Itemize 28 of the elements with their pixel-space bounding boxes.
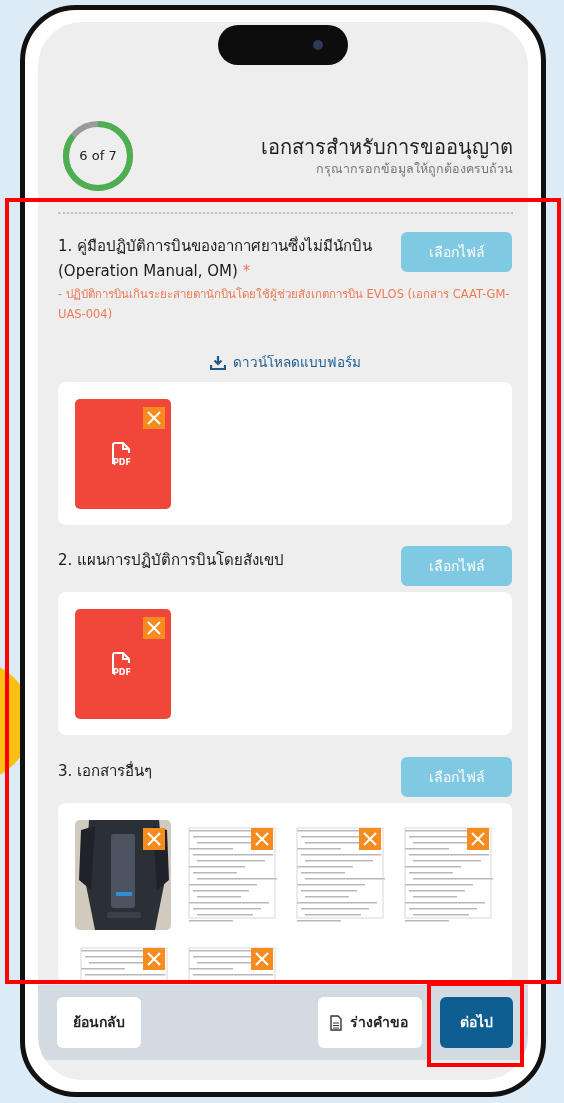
document-icon	[330, 1014, 342, 1031]
close-icon	[255, 832, 269, 847]
close-icon	[255, 952, 269, 967]
file-icon	[111, 442, 131, 467]
section-title: 2. แผนการปฏิบัติการบินโดยสังเขป	[58, 550, 285, 572]
page-title: เอกสารสำหรับการขออนุญาต	[261, 133, 513, 160]
download-form-link[interactable]: ดาวน์โหลดแบบฟอร์ม	[209, 352, 361, 373]
section-title: 3. เอกสารอื่นๆ	[58, 760, 153, 783]
requirement-note: - ปฏิบัติการบินเกินระยะสายตานักบินโดยใช้ผู้ช่วยสังเกตการบิน EVLOS (เอกสาร CAAT-GM-UAS-004)	[58, 286, 511, 323]
progress-label: 6 of 7	[79, 147, 117, 166]
save-draft-button[interactable]: ร่างคำขอ	[318, 997, 422, 1048]
close-icon	[363, 832, 377, 847]
next-button[interactable]: ต่อไป	[440, 997, 513, 1048]
download-icon	[209, 354, 226, 370]
close-icon	[147, 832, 161, 847]
section-title: 1. คู่มือปฏิบัติการบินของอากาศยานซึ่งไม่มีนักบิน (Operation Manual, OM) *	[58, 235, 374, 282]
file-icon	[111, 652, 131, 677]
file-type-label: PDF	[113, 667, 131, 680]
close-icon	[147, 411, 161, 426]
page-subtitle: กรุณากรอกข้อมูลให้ถูกต้องครบถ้วน	[315, 160, 513, 179]
back-button[interactable]: ย้อนกลับ	[57, 997, 141, 1048]
remove-button[interactable]	[143, 828, 165, 851]
camera-icon	[312, 39, 324, 51]
file-type-label: PDF	[113, 457, 131, 470]
close-icon	[147, 952, 161, 967]
close-icon	[471, 832, 485, 847]
progress-ring	[62, 120, 134, 192]
close-icon	[147, 621, 161, 636]
